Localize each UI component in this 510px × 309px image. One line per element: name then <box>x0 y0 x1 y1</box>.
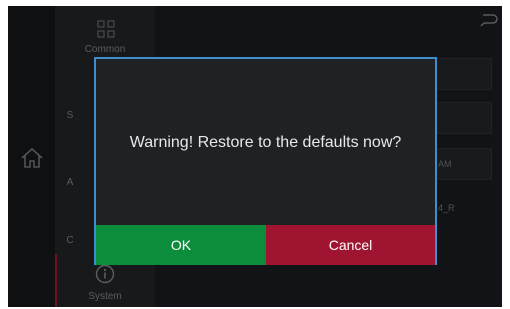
restore-defaults-dialog: Warning! Restore to the defaults now? OK… <box>94 57 437 265</box>
ok-button[interactable]: OK <box>96 225 266 265</box>
cancel-button[interactable]: Cancel <box>266 225 435 265</box>
dialog-message: Warning! Restore to the defaults now? <box>129 134 402 151</box>
screen: Common S A C System AM 4_R Warning! Rest… <box>8 6 502 307</box>
